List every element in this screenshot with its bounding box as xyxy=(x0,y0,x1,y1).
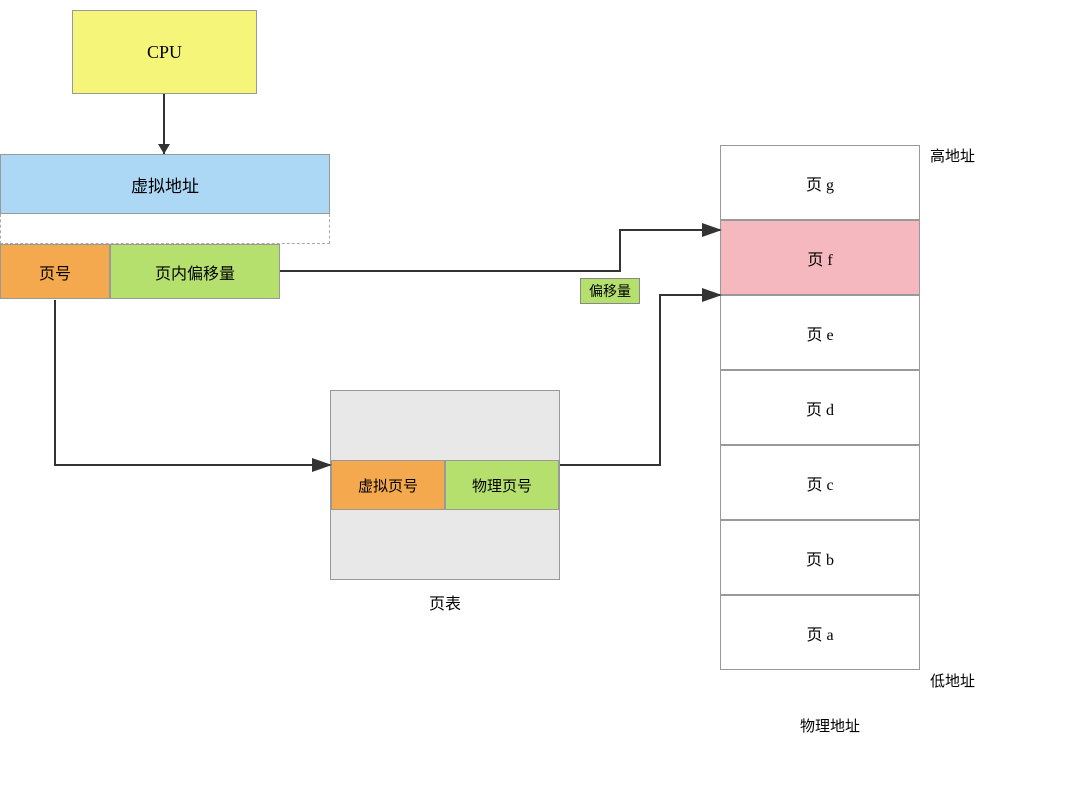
page-table-physical-col: 物理页号 xyxy=(445,460,559,510)
low-address-label: 低地址 xyxy=(930,670,975,691)
phys-mem-row-3: 页 d xyxy=(720,370,920,445)
phys-mem-row-2: 页 e xyxy=(720,295,920,370)
cpu-box: CPU xyxy=(72,10,257,94)
phys-mem-row-6: 页 a xyxy=(720,595,920,670)
virtual-address-box: 虚拟地址 xyxy=(0,154,330,214)
page-table-row: 虚拟页号 物理页号 xyxy=(331,460,559,510)
arrow-cpu-down xyxy=(163,94,165,154)
page-table-bottom-space xyxy=(331,510,559,579)
dashed-separator xyxy=(0,214,330,244)
page-num-box: 页号 xyxy=(0,244,110,299)
page-offset-box: 页内偏移量 xyxy=(110,244,280,299)
diagram-container: CPU 虚拟地址 页号 页内偏移量 虚拟页号 物理页号 页表 偏移量 页 xyxy=(0,0,1067,797)
page-table-label: 页表 xyxy=(370,590,520,614)
page-table-box: 虚拟页号 物理页号 xyxy=(330,390,560,580)
offset-label: 偏移量 xyxy=(580,278,640,304)
page-offset-label: 页内偏移量 xyxy=(155,260,235,284)
page-num-label: 页号 xyxy=(39,260,71,284)
phys-mem-row-4: 页 c xyxy=(720,445,920,520)
physical-address-label: 物理地址 xyxy=(750,715,910,736)
cpu-label: CPU xyxy=(147,42,182,63)
physical-memory: 页 g页 f页 e页 d页 c页 b页 a xyxy=(720,145,920,670)
page-table-top-space xyxy=(331,391,559,460)
phys-mem-row-5: 页 b xyxy=(720,520,920,595)
phys-mem-row-0: 页 g xyxy=(720,145,920,220)
phys-mem-row-1: 页 f xyxy=(720,220,920,295)
virtual-address-label: 虚拟地址 xyxy=(131,172,199,197)
page-table-virtual-col: 虚拟页号 xyxy=(331,460,445,510)
high-address-label: 高地址 xyxy=(930,145,975,166)
